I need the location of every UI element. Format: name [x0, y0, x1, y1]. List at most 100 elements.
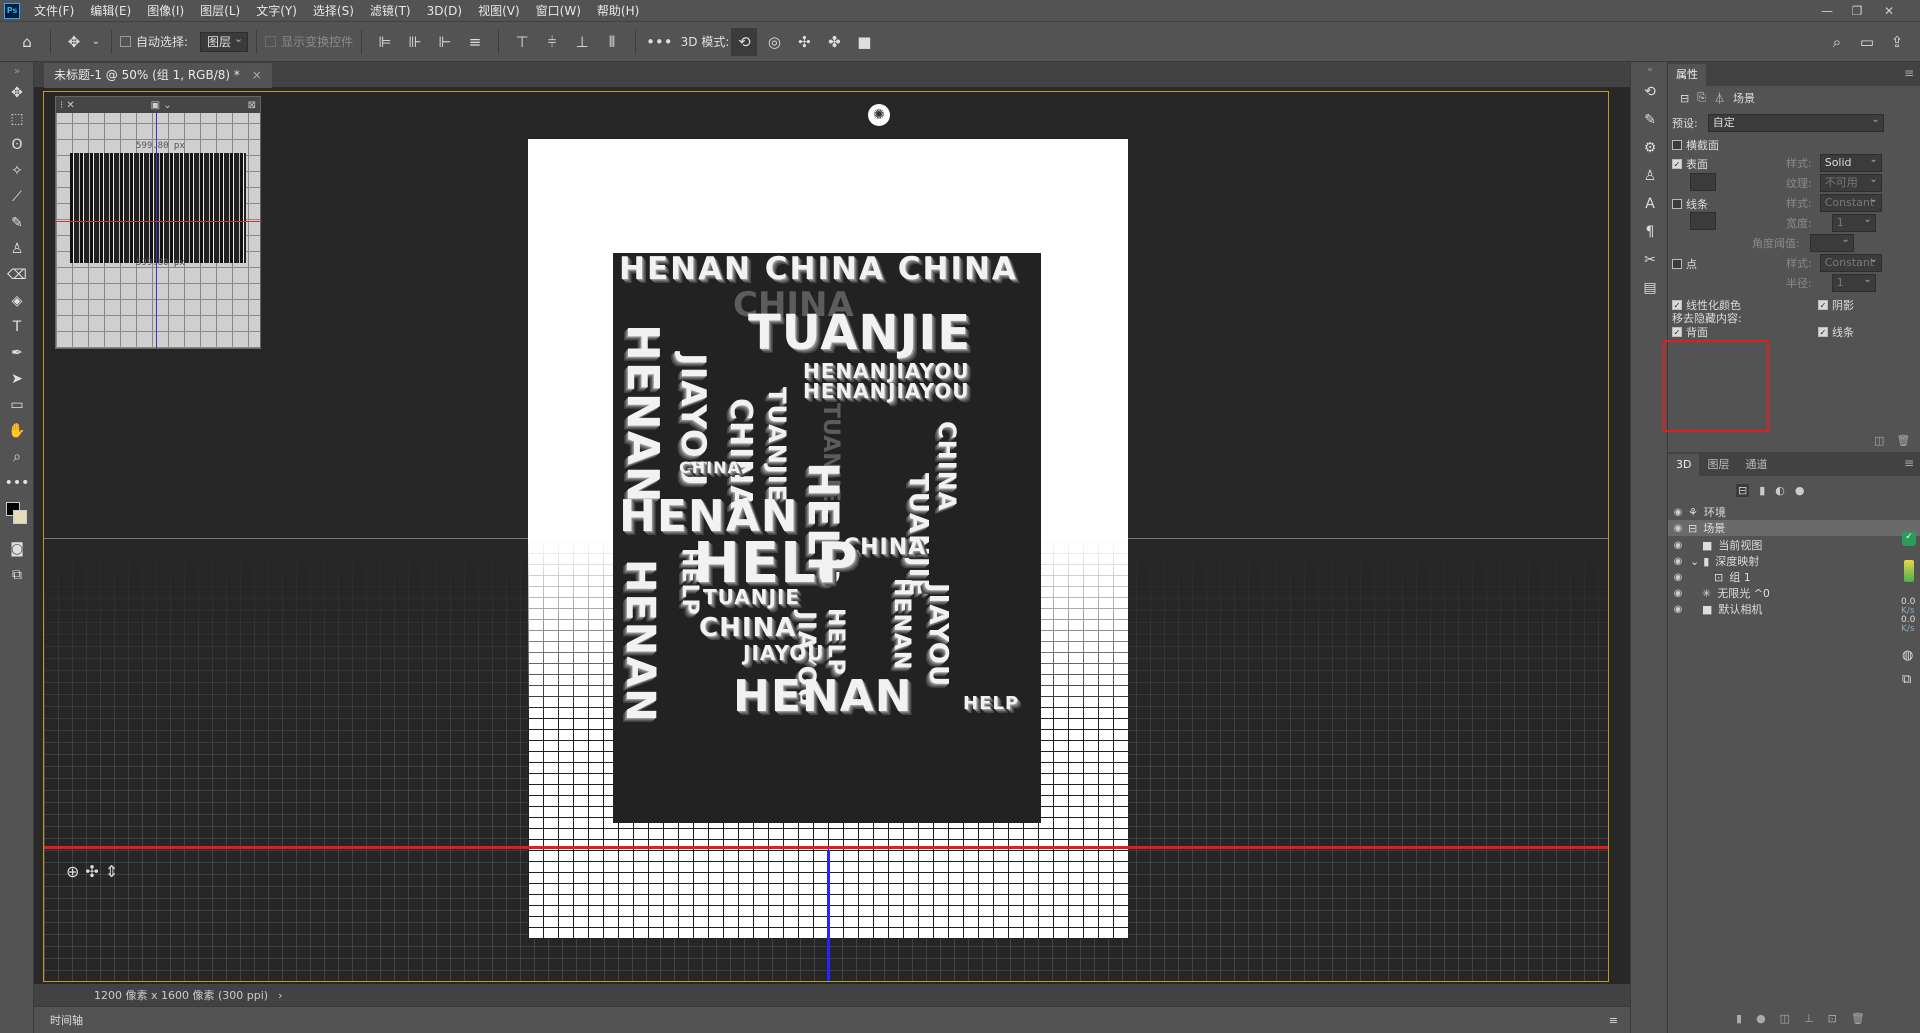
radius-input[interactable]: 1: [1831, 272, 1876, 292]
brush-settings-icon[interactable]: ✎: [1631, 106, 1669, 134]
3d-orbit-icon[interactable]: ⟲: [731, 27, 758, 56]
3d-viewport[interactable]: CHINA TUANJIE HENAN CHINA CHINA TUANJIE …: [43, 91, 1609, 982]
menu-edit[interactable]: 编辑(E): [82, 0, 139, 22]
points-checkbox[interactable]: [1672, 259, 1682, 269]
pan-camera-icon[interactable]: ✣: [85, 862, 98, 881]
pen-tool-icon[interactable]: ✒: [0, 340, 34, 366]
3d-camera-icon[interactable]: ■: [851, 28, 877, 56]
share-icon[interactable]: ⇪: [1884, 28, 1910, 56]
add-light-icon[interactable]: ●: [1756, 1012, 1766, 1025]
auto-select-checkbox[interactable]: [120, 36, 131, 47]
rectangle-tool-icon[interactable]: ▭: [0, 392, 34, 418]
adjust-icon[interactable]: ⊡: [1828, 1012, 1837, 1025]
distribute-icon[interactable]: ≡: [462, 28, 488, 56]
render-icon[interactable]: ◫: [1874, 434, 1884, 447]
3d-layer-row[interactable]: ◉ ■ 当前视图: [1668, 537, 1920, 553]
home-icon[interactable]: ⌂: [14, 28, 40, 56]
width-input[interactable]: 1: [1831, 212, 1876, 232]
whole-scene-icon[interactable]: ⊟: [1736, 484, 1750, 497]
close-tab-icon[interactable]: ×: [252, 68, 262, 82]
view-menu-icon[interactable]: ▣ ⌄: [151, 100, 172, 111]
lines-color-swatch[interactable]: [1690, 212, 1716, 230]
tab-3d[interactable]: 3D: [1668, 454, 1700, 476]
shadow-checkbox[interactable]: ✓: [1818, 300, 1828, 310]
menu-file[interactable]: 文件(F): [26, 0, 82, 22]
3d-text-artwork[interactable]: CHINA TUANJIE HENAN CHINA CHINA TUANJIE …: [613, 253, 1041, 823]
3d-layer-row[interactable]: ◉ ⊟ 场景: [1668, 520, 1920, 536]
visibility-eye-icon[interactable]: ◉: [1668, 507, 1688, 518]
menu-3d[interactable]: 3D(D): [419, 0, 470, 22]
screen-mode-icon[interactable]: ⧉: [0, 562, 34, 588]
chevron-right-icon[interactable]: ›: [278, 989, 282, 1002]
more-options-icon[interactable]: •••: [646, 28, 673, 56]
surface-color-swatch[interactable]: [1690, 173, 1716, 191]
dolly-camera-icon[interactable]: ⇕: [105, 862, 118, 881]
panel-menu-icon[interactable]: ≡: [1904, 456, 1914, 470]
lines-checkbox[interactable]: [1672, 199, 1682, 209]
menu-help[interactable]: 帮助(H): [589, 0, 647, 22]
visibility-eye-icon[interactable]: ◉: [1668, 523, 1688, 534]
backface-checkbox[interactable]: ✓: [1672, 327, 1682, 337]
collapse-icon[interactable]: »: [0, 62, 34, 80]
preset-dropdown[interactable]: 自定: [1707, 112, 1884, 132]
render-icon[interactable]: ◫: [1780, 1012, 1790, 1025]
search-icon[interactable]: ⌕: [1824, 28, 1850, 56]
menu-window[interactable]: 窗口(W): [528, 0, 589, 22]
magic-wand-icon[interactable]: ✧: [0, 158, 34, 184]
menu-view[interactable]: 视图(V): [470, 0, 528, 22]
align-middle-icon[interactable]: ⫩: [539, 28, 565, 56]
minimize-icon[interactable]: —: [1812, 0, 1842, 22]
meshes-icon[interactable]: ▮: [1759, 484, 1765, 497]
panel-menu-icon[interactable]: ≡: [1609, 1014, 1618, 1027]
visibility-eye-icon[interactable]: ◉: [1668, 540, 1688, 551]
comment-icon[interactable]: ◍: [1902, 648, 1913, 663]
document-tab[interactable]: 未标题-1 @ 50% (组 1, RGB/8) * ×: [44, 63, 272, 88]
surface-checkbox[interactable]: ✓: [1672, 159, 1682, 169]
marquee-tool-icon[interactable]: ⬚: [0, 106, 34, 132]
path-select-icon[interactable]: ➤: [0, 366, 34, 392]
ground-icon[interactable]: ⊥: [1804, 1012, 1814, 1025]
move-tool-icon[interactable]: ✥: [61, 28, 87, 56]
menu-filter[interactable]: 滤镜(T): [362, 0, 419, 22]
visibility-eye-icon[interactable]: ◉: [1668, 572, 1688, 583]
eraser-tool-icon[interactable]: ⌫: [0, 262, 34, 288]
points-style-dropdown[interactable]: Constant: [1819, 252, 1882, 272]
distribute-vertical-icon[interactable]: ⫴: [599, 28, 625, 56]
tools-icon[interactable]: ✂: [1631, 246, 1669, 274]
menu-image[interactable]: 图像(I): [139, 0, 192, 22]
restore-icon[interactable]: ❐: [1842, 0, 1872, 22]
clone-source-icon[interactable]: ♙: [1631, 162, 1669, 190]
align-bottom-icon[interactable]: ⊥: [569, 28, 595, 56]
background-color-swatch[interactable]: [13, 510, 27, 524]
collapse-icon[interactable]: «: [1631, 62, 1669, 78]
show-transform-checkbox[interactable]: [265, 36, 277, 47]
character-icon[interactable]: A: [1631, 190, 1669, 218]
workspace-icon[interactable]: ▭: [1854, 28, 1880, 56]
quick-mask-icon[interactable]: ◙: [0, 536, 34, 562]
3d-slide-icon[interactable]: ✤: [821, 28, 847, 56]
expand-icon[interactable]: ⊠: [248, 100, 256, 111]
3d-roll-icon[interactable]: ◎: [761, 28, 787, 56]
angle-threshold-input[interactable]: [1809, 232, 1854, 252]
document-size-status[interactable]: 1200 像素 x 1600 像素 (300 ppi): [94, 987, 268, 1003]
color-swatches[interactable]: [0, 496, 34, 536]
chevron-down-icon[interactable]: ⌄: [91, 28, 101, 56]
3d-layer-row[interactable]: ◉ ⚘ 环境: [1668, 504, 1920, 520]
more-tools-icon[interactable]: •••: [0, 470, 34, 496]
coordinates-icon[interactable]: ⏃: [1714, 90, 1725, 106]
secondary-view[interactable]: ⁝ ✕ ▣ ⌄ ⊠ 599.80 px 599.80 px: [55, 96, 262, 349]
close-icon[interactable]: ✕: [1874, 0, 1904, 22]
eyedropper-icon[interactable]: ⟋: [0, 184, 34, 210]
tab-layers[interactable]: 图层: [1699, 454, 1737, 476]
surface-style-dropdown[interactable]: Solid: [1819, 152, 1882, 172]
materials-icon[interactable]: ◐: [1775, 484, 1785, 497]
lights-icon[interactable]: ●: [1795, 484, 1805, 497]
paint-bucket-icon[interactable]: ◈: [0, 288, 34, 314]
trash-icon[interactable]: 🗑: [1896, 434, 1910, 447]
stamp-tool-icon[interactable]: ♙: [0, 236, 34, 262]
auto-select-dropdown[interactable]: 图层: [200, 30, 249, 52]
tab-properties[interactable]: 属性: [1668, 64, 1706, 86]
panel-menu-icon[interactable]: ≡: [1904, 66, 1914, 80]
menu-select[interactable]: 选择(S): [305, 0, 362, 22]
close-icon[interactable]: ⁝ ✕: [60, 100, 75, 111]
